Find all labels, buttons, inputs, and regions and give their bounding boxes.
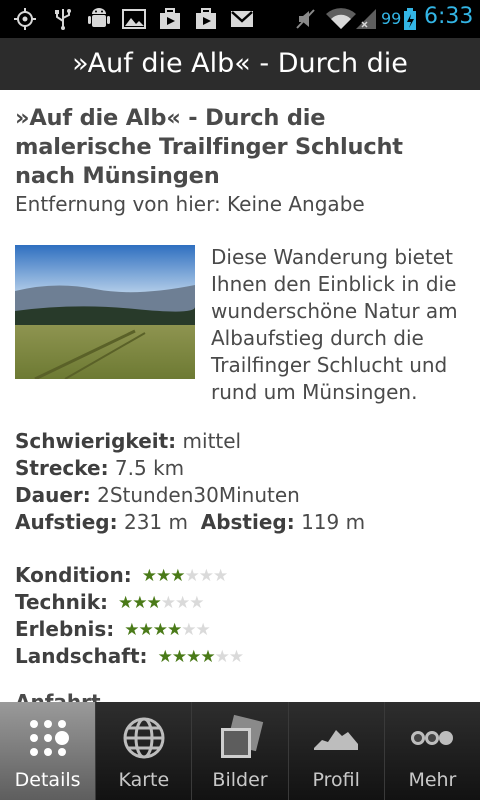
tab-details[interactable]: Details	[0, 702, 97, 800]
star-empty-icon: ★	[228, 647, 244, 667]
tab-profile[interactable]: Profil	[288, 702, 385, 800]
gps-icon	[12, 7, 38, 31]
play-store-icon	[157, 7, 183, 31]
battery-percent: 99	[381, 9, 402, 28]
star-filled-icon: ★	[171, 647, 187, 667]
tour-details: »Auf die Alb« - Durch die malerische Tra…	[15, 104, 467, 670]
rating-row: Kondition: ★★★★★★	[15, 562, 467, 589]
tour-ratings: Kondition: ★★★★★★ Technik: ★★★★★★ Erlebnis…	[15, 562, 467, 670]
tab-map[interactable]: Karte	[96, 702, 193, 800]
rating-row: Erlebnis: ★★★★★★	[15, 616, 467, 643]
elevation-profile-icon	[312, 714, 360, 762]
globe-icon	[120, 714, 168, 762]
tab-label: Details	[14, 769, 81, 791]
descent-value: 119 m	[294, 510, 366, 534]
dots-grid-icon	[24, 714, 72, 762]
tab-label: Karte	[118, 769, 170, 791]
tour-facts: Schwierigkeit: mittel Strecke: 7.5 km Da…	[15, 428, 467, 536]
action-bar-title: »Auf die Alb« - Durch die	[0, 38, 480, 90]
rating-row: Technik: ★★★★★★	[15, 589, 467, 616]
android-debug-icon	[86, 7, 112, 31]
rating-label: Kondition:	[15, 563, 132, 587]
play-store-icon	[193, 7, 219, 31]
usb-icon	[50, 7, 76, 31]
duration-value: 2Stunden30Minuten	[90, 483, 300, 507]
star-empty-icon: ★	[184, 566, 199, 586]
star-empty-icon: ★	[195, 620, 211, 640]
rating-stars: ★★★★★★	[118, 590, 205, 617]
star-empty-icon: ★	[181, 620, 196, 640]
star-filled-icon: ★	[124, 620, 139, 640]
descent-label: Abstieg:	[200, 510, 295, 534]
star-empty-icon: ★	[198, 566, 214, 586]
description-block: Diese Wanderung bietet Ihnen den Einblic…	[15, 244, 467, 406]
tour-title: »Auf die Alb« - Durch die malerische Tra…	[15, 105, 403, 189]
star-filled-icon: ★	[141, 566, 157, 586]
route-length-label: Strecke:	[15, 456, 109, 480]
distance-info: Entfernung von hier: Keine Angabe	[15, 192, 365, 216]
star-filled-icon: ★	[118, 593, 133, 613]
star-filled-icon: ★	[170, 566, 185, 586]
difficulty-value: mittel	[176, 429, 242, 453]
star-filled-icon: ★	[146, 593, 162, 613]
rating-stars: ★★★★★★	[157, 644, 245, 671]
rating-label: Landschaft:	[15, 644, 148, 668]
star-empty-icon: ★	[212, 566, 228, 586]
ascent-value: 231 m	[117, 510, 188, 534]
more-icon	[408, 714, 456, 762]
battery-icon	[403, 7, 417, 31]
star-filled-icon: ★	[138, 620, 154, 640]
mute-icon	[293, 7, 319, 31]
rating-label: Erlebnis:	[15, 617, 115, 641]
wifi-icon	[325, 7, 357, 31]
gmail-icon	[229, 7, 255, 31]
clock: 6:33	[424, 4, 474, 29]
bottom-tab-bar: Details Karte Bilder Profil Mehr	[0, 702, 480, 800]
star-filled-icon: ★	[155, 566, 171, 586]
star-filled-icon: ★	[132, 593, 147, 613]
tab-more[interactable]: Mehr	[384, 702, 480, 800]
star-empty-icon: ★	[175, 593, 190, 613]
signal-icon	[354, 7, 380, 31]
route-length-value: 7.5 km	[108, 456, 185, 480]
picture-icon	[121, 7, 147, 31]
star-filled-icon: ★	[167, 620, 182, 640]
rating-row: Landschaft: ★★★★★★	[15, 643, 467, 670]
rating-stars: ★★★★★★	[141, 563, 229, 590]
rating-label: Technik:	[15, 590, 109, 614]
tab-label: Profil	[312, 769, 360, 791]
difficulty-label: Schwierigkeit:	[15, 429, 177, 453]
star-filled-icon: ★	[186, 647, 201, 667]
tab-label: Mehr	[408, 769, 457, 791]
status-bar: 99 6:33	[0, 0, 480, 38]
tour-description: Diese Wanderung bietet Ihnen den Einblic…	[211, 245, 458, 404]
star-empty-icon: ★	[189, 593, 204, 613]
star-empty-icon: ★	[214, 647, 230, 667]
rating-stars: ★★★★★★	[124, 617, 211, 644]
star-empty-icon: ★	[160, 593, 176, 613]
photos-icon	[216, 714, 264, 762]
ascent-label: Aufstieg:	[15, 510, 118, 534]
tab-label: Bilder	[212, 769, 268, 791]
star-filled-icon: ★	[200, 647, 215, 667]
tour-photo[interactable]	[15, 245, 195, 379]
star-filled-icon: ★	[152, 620, 168, 640]
duration-label: Dauer:	[15, 483, 91, 507]
tab-pictures[interactable]: Bilder	[192, 702, 289, 800]
star-filled-icon: ★	[157, 647, 173, 667]
